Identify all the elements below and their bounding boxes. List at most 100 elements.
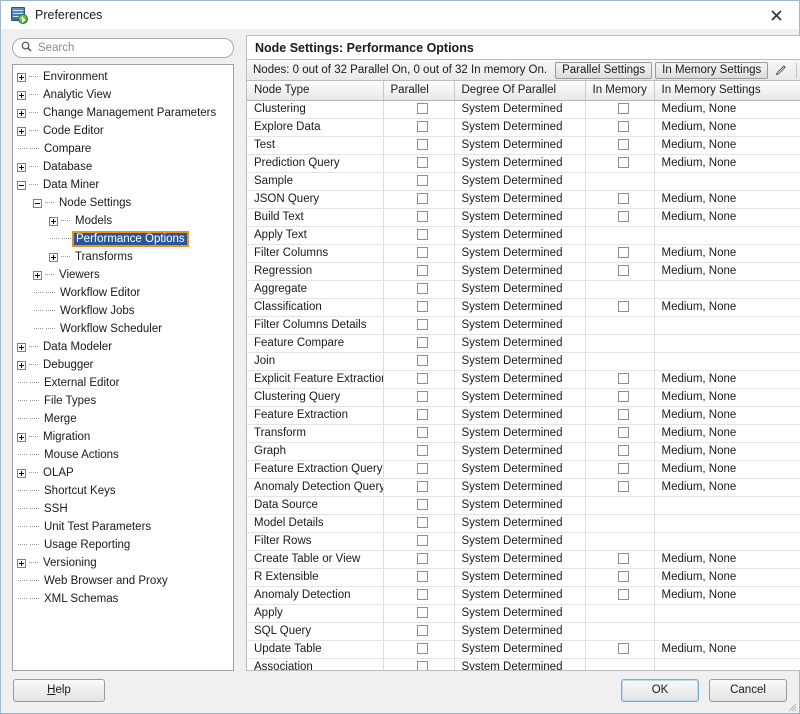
in-memory-checkbox[interactable] [617, 427, 629, 439]
parallel-checkbox[interactable] [416, 157, 428, 169]
table-row[interactable]: Sample System Determined [247, 172, 800, 191]
tree-item-versioning[interactable]: Versioning [13, 554, 233, 572]
parallel-checkbox[interactable] [416, 247, 428, 259]
parallel-checkbox[interactable] [416, 535, 428, 547]
column-header-in-memory[interactable]: In Memory [585, 81, 655, 101]
tree-item-code-editor[interactable]: Code Editor [13, 122, 233, 140]
tree-item-compare[interactable]: Compare [13, 140, 233, 158]
collapse-icon[interactable] [33, 198, 42, 208]
expand-icon[interactable] [17, 90, 26, 100]
parallel-checkbox[interactable] [416, 625, 428, 637]
parallel-checkbox[interactable] [416, 571, 428, 583]
tree-item-models[interactable]: Models [13, 212, 233, 230]
tree-item-unit-test-parameters[interactable]: Unit Test Parameters [13, 518, 233, 536]
in-memory-checkbox[interactable] [617, 121, 629, 133]
parallel-checkbox[interactable] [416, 103, 428, 115]
parallel-checkbox[interactable] [416, 589, 428, 601]
column-header-parallel[interactable]: Parallel [383, 81, 455, 101]
parallel-checkbox[interactable] [416, 139, 428, 151]
in-memory-settings-button[interactable]: In Memory Settings [655, 61, 769, 79]
in-memory-checkbox[interactable] [617, 211, 629, 223]
tree-item-olap[interactable]: OLAP [13, 464, 233, 482]
in-memory-checkbox[interactable] [617, 571, 629, 583]
parallel-checkbox[interactable] [416, 319, 428, 331]
parallel-checkbox[interactable] [416, 283, 428, 295]
tree-item-shortcut-keys[interactable]: Shortcut Keys [13, 482, 233, 500]
node-settings-table-container[interactable]: Node Type Parallel Degree Of Parallel In Me… [246, 80, 800, 671]
column-header-node-type[interactable]: Node Type [247, 81, 384, 101]
table-row[interactable]: Transform System Determined Medium, None [247, 424, 800, 443]
table-row[interactable]: Filter Rows System Determined [247, 532, 800, 551]
expand-icon[interactable] [17, 126, 26, 136]
parallel-checkbox[interactable] [416, 481, 428, 493]
table-row[interactable]: Anomaly Detection Query System Determined… [247, 478, 800, 497]
table-row[interactable]: Clustering Query System Determined Medium,… [247, 388, 800, 407]
table-row[interactable]: Aggregate System Determined [247, 280, 800, 299]
expand-icon[interactable] [17, 162, 26, 172]
parallel-checkbox[interactable] [416, 643, 428, 655]
in-memory-checkbox[interactable] [617, 193, 629, 205]
parallel-checkbox[interactable] [416, 445, 428, 457]
in-memory-checkbox[interactable] [617, 445, 629, 457]
tree-item-environment[interactable]: Environment [13, 68, 233, 86]
expand-icon[interactable] [17, 72, 26, 82]
parallel-settings-button[interactable]: Parallel Settings [555, 61, 653, 79]
tree-item-workflow-editor[interactable]: Workflow Editor [13, 284, 233, 302]
in-memory-checkbox[interactable] [617, 373, 629, 385]
table-row[interactable]: Classification System Determined Medium, N… [247, 298, 800, 317]
expand-icon[interactable] [17, 108, 26, 118]
tree-item-database[interactable]: Database [13, 158, 233, 176]
parallel-checkbox[interactable] [416, 463, 428, 475]
parallel-checkbox[interactable] [416, 121, 428, 133]
table-row[interactable]: Apply System Determined [247, 604, 800, 623]
table-row[interactable]: Feature Compare System Determined [247, 334, 800, 353]
tree-item-usage-reporting[interactable]: Usage Reporting [13, 536, 233, 554]
pencil-edit-icon[interactable] [771, 62, 791, 79]
parallel-checkbox[interactable] [416, 409, 428, 421]
tree-item-migration[interactable]: Migration [13, 428, 233, 446]
table-row[interactable]: Explicit Feature Extraction System Determ… [247, 370, 800, 389]
parallel-checkbox[interactable] [416, 499, 428, 511]
table-row[interactable]: Build Text System Determined Medium, None [247, 208, 800, 227]
tree-item-workflow-scheduler[interactable]: Workflow Scheduler [13, 320, 233, 338]
table-row[interactable]: SQL Query System Determined [247, 622, 800, 641]
tree-item-transforms[interactable]: Transforms [13, 248, 233, 266]
parallel-checkbox[interactable] [416, 553, 428, 565]
parallel-checkbox[interactable] [416, 337, 428, 349]
in-memory-checkbox[interactable] [617, 463, 629, 475]
expand-icon[interactable] [49, 252, 58, 262]
parallel-checkbox[interactable] [416, 175, 428, 187]
expand-icon[interactable] [49, 216, 58, 226]
table-row[interactable]: Clustering System Determined Medium, None [247, 100, 800, 119]
in-memory-checkbox[interactable] [617, 481, 629, 493]
parallel-checkbox[interactable] [416, 607, 428, 619]
table-row[interactable]: Apply Text System Determined [247, 226, 800, 245]
expand-icon[interactable] [17, 360, 26, 370]
in-memory-checkbox[interactable] [617, 589, 629, 601]
expand-icon[interactable] [33, 270, 42, 280]
tree-item-workflow-jobs[interactable]: Workflow Jobs [13, 302, 233, 320]
tree-item-merge[interactable]: Merge [13, 410, 233, 428]
tree-item-external-editor[interactable]: External Editor [13, 374, 233, 392]
parallel-checkbox[interactable] [416, 265, 428, 277]
in-memory-checkbox[interactable] [617, 643, 629, 655]
table-row[interactable]: Join System Determined [247, 352, 800, 371]
in-memory-checkbox[interactable] [617, 157, 629, 169]
table-row[interactable]: Anomaly Detection System Determined Medium… [247, 586, 800, 605]
parallel-checkbox[interactable] [416, 193, 428, 205]
expand-icon[interactable] [17, 342, 26, 352]
table-row[interactable]: R Extensible System Determined Medium, Non… [247, 568, 800, 587]
parallel-checkbox[interactable] [416, 301, 428, 313]
tree-item-file-types[interactable]: File Types [13, 392, 233, 410]
expand-icon[interactable] [17, 468, 26, 478]
expand-icon[interactable] [17, 558, 26, 568]
tree-item-ssh[interactable]: SSH [13, 500, 233, 518]
tree-item-mouse-actions[interactable]: Mouse Actions [13, 446, 233, 464]
in-memory-checkbox[interactable] [617, 391, 629, 403]
tree-item-node-settings[interactable]: Node Settings [13, 194, 233, 212]
ok-button[interactable]: OK [621, 678, 699, 702]
in-memory-checkbox[interactable] [617, 103, 629, 115]
help-button[interactable]: Help [13, 678, 105, 702]
cancel-button[interactable]: Cancel [709, 678, 787, 702]
table-row[interactable]: Regression System Determined Medium, None [247, 262, 800, 281]
